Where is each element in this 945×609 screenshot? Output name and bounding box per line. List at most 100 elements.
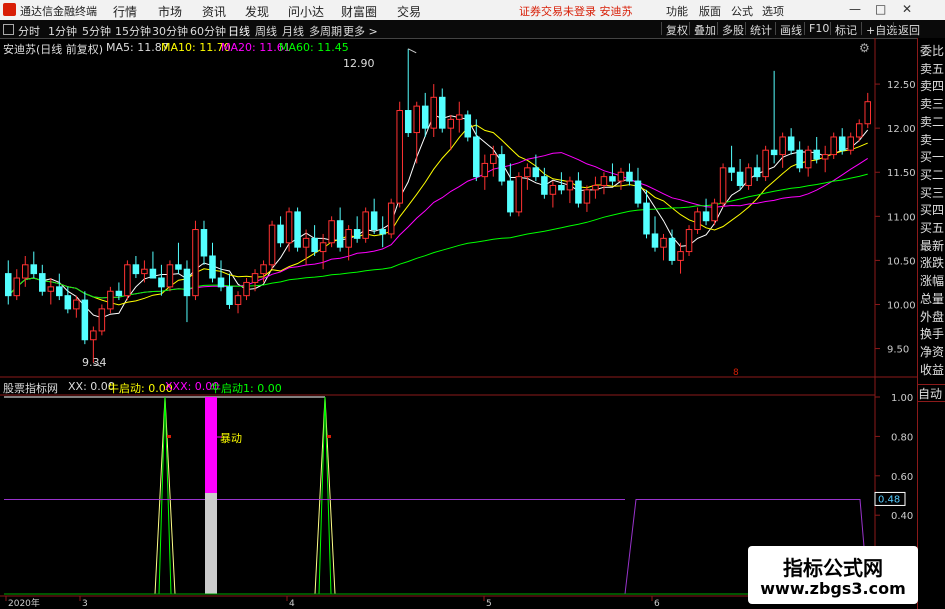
candle-body-53 bbox=[456, 114, 463, 120]
time-tick-label-0: 2020年 bbox=[8, 597, 40, 609]
price-tick-label-2: 11.50 bbox=[887, 168, 916, 179]
candle-body-58 bbox=[498, 154, 506, 182]
candle-body-22 bbox=[192, 229, 199, 297]
sidebar-item-1[interactable]: 卖五 bbox=[920, 60, 944, 77]
candle-body-6 bbox=[56, 286, 63, 297]
sidebar-item-4[interactable]: 卖二 bbox=[920, 113, 944, 130]
candle-body-31 bbox=[268, 224, 276, 266]
current-value-label: 0.48 bbox=[878, 494, 900, 505]
low-price-label: 9.34 bbox=[82, 356, 107, 369]
candle-body-23 bbox=[200, 229, 208, 257]
sidebar-item-17[interactable]: 净资 bbox=[920, 343, 944, 360]
candle-body-59 bbox=[507, 180, 514, 213]
candle-body-97 bbox=[830, 136, 837, 156]
price-axis: 12.50 12.00 11.50 11.00 10.50 10.00 9.50 bbox=[875, 80, 916, 356]
candle-body-101 bbox=[864, 101, 872, 125]
baodong-label: 暴动 bbox=[220, 432, 242, 445]
candle-body-83 bbox=[711, 202, 718, 222]
candle-body-39 bbox=[336, 220, 344, 248]
event-marker: 8 bbox=[733, 368, 739, 378]
candle-body-77 bbox=[660, 237, 667, 248]
candle-body-100 bbox=[855, 123, 863, 138]
candle-body-24 bbox=[209, 255, 216, 279]
sidebar-item-9[interactable]: 买四 bbox=[920, 201, 944, 218]
candle-body-78 bbox=[668, 237, 676, 261]
auto-button[interactable]: 自动 bbox=[918, 384, 945, 402]
sidebar-item-10[interactable]: 买五 bbox=[920, 219, 944, 236]
ma60-line bbox=[7, 173, 868, 299]
time-tick-label-2: 4 bbox=[289, 599, 295, 609]
candle-body-26 bbox=[226, 286, 233, 305]
candle-body-98 bbox=[838, 136, 846, 151]
ma10-line bbox=[7, 124, 868, 306]
chart-canvas[interactable]: 12.50 12.00 11.50 11.00 10.50 10.00 9.50 1.00 0… bbox=[0, 0, 945, 609]
candle-body-40 bbox=[345, 229, 352, 248]
sidebar-item-0[interactable]: 委比 bbox=[920, 42, 944, 59]
candle-body-47 bbox=[404, 110, 412, 134]
candle-body-45 bbox=[387, 202, 395, 235]
candle-body-3 bbox=[30, 264, 38, 275]
settings-icon[interactable]: ⚙ bbox=[859, 41, 870, 55]
quote-sidebar: 委比 卖五 卖四 卖三 卖二 卖一 买一 买二 买三 买四 买五 最新 涨跌 涨幅 总量 外盘 换手 净资 收益 bbox=[917, 38, 945, 609]
candle-body-57 bbox=[490, 154, 497, 164]
indicator-niu: 牛启动: 0.00 bbox=[108, 382, 173, 395]
spike-2-outer bbox=[314, 396, 336, 595]
candle-body-9 bbox=[81, 299, 89, 341]
sidebar-item-13[interactable]: 涨幅 bbox=[920, 272, 944, 289]
sidebar-item-2[interactable]: 卖四 bbox=[920, 77, 944, 94]
candle-body-86 bbox=[736, 171, 744, 186]
candle-body-32 bbox=[277, 224, 284, 244]
candle-body-36 bbox=[311, 237, 318, 253]
sidebar-item-15[interactable]: 外盘 bbox=[920, 308, 944, 325]
candle-body-75 bbox=[643, 202, 650, 235]
candle-body-95 bbox=[813, 149, 820, 160]
sidebar-item-8[interactable]: 买三 bbox=[920, 184, 944, 201]
candle-body-20 bbox=[175, 264, 182, 270]
sidebar-item-7[interactable]: 买二 bbox=[920, 166, 944, 183]
candle-body-64 bbox=[549, 184, 557, 195]
candle-body-30 bbox=[260, 264, 267, 275]
candle-body-70 bbox=[600, 176, 608, 186]
sub-tick-label-2: 0.60 bbox=[891, 472, 913, 483]
candle-body-89 bbox=[762, 149, 769, 178]
sidebar-item-6[interactable]: 买一 bbox=[920, 148, 944, 165]
sidebar-item-12[interactable]: 涨跌 bbox=[920, 254, 944, 271]
signal-dot-2 bbox=[327, 435, 331, 438]
sidebar-item-16[interactable]: 换手 bbox=[920, 325, 944, 342]
sidebar-item-3[interactable]: 卖三 bbox=[920, 95, 944, 112]
watermark-badge: 指标公式网 www.zbgs3.com bbox=[748, 546, 918, 604]
candle-body-44 bbox=[379, 229, 386, 235]
price-tick-label-4: 10.50 bbox=[887, 256, 916, 267]
price-tick-label-1: 12.00 bbox=[887, 124, 916, 135]
candle-body-11 bbox=[98, 308, 106, 332]
candle-body-13 bbox=[115, 290, 123, 297]
sidebar-item-18[interactable]: 收益 bbox=[920, 361, 944, 378]
candle-body-69 bbox=[592, 184, 599, 191]
sub-tick-label-0: 1.00 bbox=[891, 393, 913, 404]
sidebar-item-11[interactable]: 最新 bbox=[920, 237, 944, 254]
candle-body-43 bbox=[370, 211, 378, 231]
candle-body-93 bbox=[796, 149, 803, 169]
candle-body-74 bbox=[634, 180, 642, 204]
ma60-label: MA60: 11.45 bbox=[279, 41, 349, 54]
indicator-name[interactable]: 股票指标网 bbox=[3, 380, 58, 396]
candle-body-65 bbox=[558, 184, 565, 191]
sidebar-item-14[interactable]: 总量 bbox=[920, 290, 944, 307]
time-tick-label-4: 6 bbox=[654, 599, 660, 609]
candle-body-96 bbox=[821, 154, 829, 160]
candle-body-72 bbox=[617, 171, 625, 182]
price-tick-label-0: 12.50 bbox=[887, 80, 916, 91]
candle-body-94 bbox=[804, 149, 812, 169]
candle-body-34 bbox=[294, 211, 301, 248]
candle-body-33 bbox=[285, 211, 293, 244]
candle-body-87 bbox=[745, 167, 752, 186]
candle-body-35 bbox=[302, 237, 310, 248]
time-tick-label-3: 5 bbox=[486, 599, 492, 609]
candle-body-21 bbox=[183, 268, 191, 297]
price-tick-label-5: 10.00 bbox=[887, 300, 916, 311]
watermark-title: 指标公式网 bbox=[783, 556, 883, 580]
candlestick-series bbox=[4, 48, 872, 368]
candle-body-25 bbox=[217, 277, 225, 288]
candle-body-19 bbox=[166, 264, 174, 288]
sidebar-item-5[interactable]: 卖一 bbox=[920, 131, 944, 148]
